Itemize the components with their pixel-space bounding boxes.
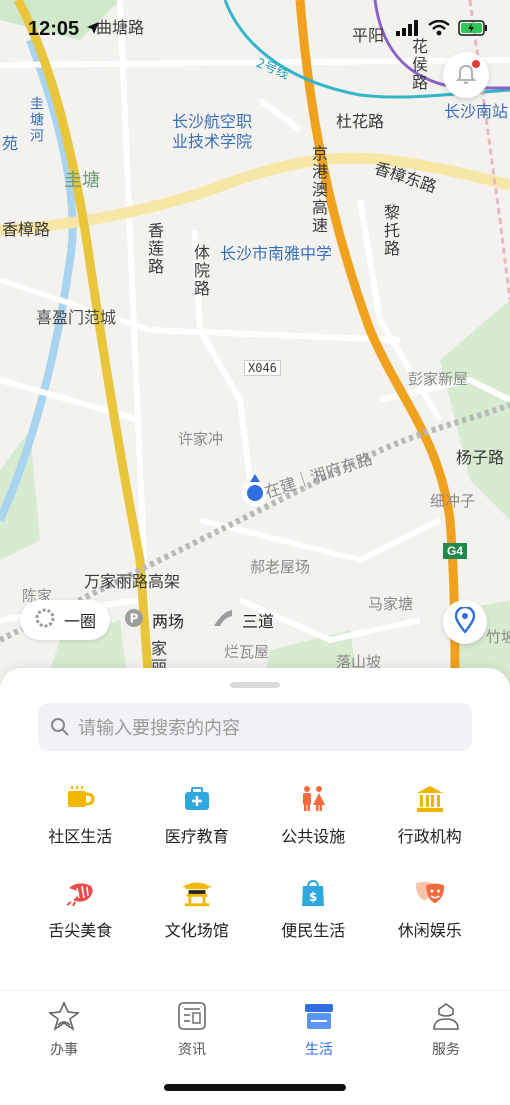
map-label-road: 体院路 xyxy=(191,244,210,298)
category-label: 社区生活 xyxy=(48,827,113,846)
tab-banshi[interactable]: 办事 xyxy=(14,1001,114,1059)
map-label-station: 长沙南站 xyxy=(444,102,509,121)
layer-toggle-liangchang[interactable]: P 两场 xyxy=(110,600,198,640)
news-icon xyxy=(177,1001,207,1035)
map-label-highway-shield: G4 xyxy=(443,543,468,559)
layer-toggle-label: 三道 xyxy=(242,612,275,631)
map-view[interactable]: 曲塘路 平阳 花侯路 2号线 长沙南站 杜花路 苑 圭塘河 圭塘 长沙航空职业技… xyxy=(0,0,510,700)
svg-text:$: $ xyxy=(309,890,317,904)
category-food[interactable]: 舌尖美食 xyxy=(22,877,139,941)
cup-icon xyxy=(64,783,96,815)
category-leisure[interactable]: 休闲娱乐 xyxy=(372,877,489,941)
map-label-road: 杨子路 xyxy=(456,448,505,467)
location-pin-icon xyxy=(454,605,476,637)
notification-badge xyxy=(472,60,480,68)
map-label-road: 杜花路 xyxy=(336,112,385,131)
category-label: 行政机构 xyxy=(397,827,462,846)
search-placeholder: 请输入要搜索的内容 xyxy=(78,718,240,739)
category-label: 文化场馆 xyxy=(164,921,229,940)
map-label-road: 香樟路 xyxy=(2,220,51,239)
tab-shenghuo[interactable]: 生活 xyxy=(269,1001,369,1059)
locate-me-button[interactable] xyxy=(443,600,487,644)
map-label-area: 郝老屋场 xyxy=(250,558,311,576)
notification-button[interactable] xyxy=(443,52,489,98)
pavilion-icon xyxy=(181,877,213,909)
map-label-area: 彭家新屋 xyxy=(408,370,469,388)
map-label-area: 竹坡 xyxy=(486,628,510,646)
home-indicator[interactable] xyxy=(164,1084,346,1091)
map-label-poi: 苑 xyxy=(2,134,19,153)
category-label: 公共设施 xyxy=(281,827,346,846)
tab-label: 生活 xyxy=(305,1042,333,1058)
search-icon xyxy=(50,717,70,737)
layer-toggle-label: 一圈 xyxy=(64,612,97,631)
location-arrow-icon xyxy=(86,20,100,39)
map-label-poi: 长沙航空职业技术学院 xyxy=(172,112,253,151)
medical-kit-icon xyxy=(181,783,213,815)
theater-mask-icon xyxy=(414,877,446,909)
government-building-icon xyxy=(414,783,446,815)
search-input[interactable]: 请输入要搜索的内容 xyxy=(38,703,472,751)
layer-toggle-sandao[interactable]: 三道 xyxy=(198,600,288,640)
life-icon xyxy=(303,1001,335,1035)
category-community-life[interactable]: 社区生活 xyxy=(22,783,139,847)
category-label: 便民生活 xyxy=(281,921,346,940)
road-icon xyxy=(212,608,234,632)
map-label-river: 圭塘河 xyxy=(28,96,44,144)
map-label-area: 烂瓦屋 xyxy=(224,643,270,661)
map-label-area: 细冲子 xyxy=(430,492,476,510)
map-label-poi: 长沙市南雅中学 xyxy=(220,244,333,263)
tab-fuwu[interactable]: 服务 xyxy=(396,1001,496,1059)
category-convenience[interactable]: $ 便民生活 xyxy=(255,877,372,941)
map-label-road: 黎托路 xyxy=(381,204,400,258)
svg-text:P: P xyxy=(130,612,139,626)
sheet-drag-handle[interactable] xyxy=(230,682,280,688)
map-label-road: 香莲路 xyxy=(145,222,164,276)
map-label-road-code: X046 xyxy=(244,360,281,376)
tab-label: 服务 xyxy=(432,1042,460,1058)
map-label-expressway: 京港澳高速 xyxy=(309,145,328,235)
map-label-area: 马家塘 xyxy=(368,595,414,613)
category-label: 休闲娱乐 xyxy=(397,921,462,940)
wifi-icon xyxy=(428,19,450,40)
tab-zixun[interactable]: 资讯 xyxy=(142,1001,242,1059)
parking-icon: P xyxy=(124,608,144,632)
tab-label: 资讯 xyxy=(178,1042,206,1058)
layer-toggle-label: 两场 xyxy=(152,612,185,631)
battery-charging-icon xyxy=(458,20,488,40)
category-administrative[interactable]: 行政机构 xyxy=(372,783,489,847)
layer-toggle-yiquan[interactable]: 一圈 xyxy=(20,600,111,640)
status-time: 12:05 xyxy=(28,18,80,40)
category-label: 舌尖美食 xyxy=(48,921,113,940)
ring-icon xyxy=(34,607,56,633)
shopping-bag-icon: $ xyxy=(297,877,329,909)
map-roads xyxy=(0,0,510,700)
category-public-facilities[interactable]: 公共设施 xyxy=(255,783,372,847)
shrimp-icon xyxy=(64,877,96,909)
map-label-poi: 喜盈门范城 xyxy=(36,308,117,327)
category-label: 医疗教育 xyxy=(164,827,229,846)
map-label-road: 万家丽路高架 xyxy=(84,572,181,591)
category-culture-venue[interactable]: 文化场馆 xyxy=(139,877,256,941)
signal-icon xyxy=(396,20,420,40)
person-service-icon xyxy=(431,1001,461,1035)
star-hand-icon xyxy=(47,1001,81,1035)
tab-label: 办事 xyxy=(50,1042,78,1058)
map-label-area: 许家冲 xyxy=(178,430,224,448)
status-bar: 12:05 xyxy=(0,0,510,56)
map-label-area: 圭塘 xyxy=(64,170,100,191)
map-layer-toggles: 一圈 P 两场 三道 xyxy=(20,600,288,640)
category-medical-education[interactable]: 医疗教育 xyxy=(139,783,256,847)
category-grid: 社区生活 医疗教育 公共设施 行政机构 舌尖美食 文化场馆 $ 便民生活 休闲娱… xyxy=(22,783,488,941)
restroom-icon xyxy=(297,783,329,815)
